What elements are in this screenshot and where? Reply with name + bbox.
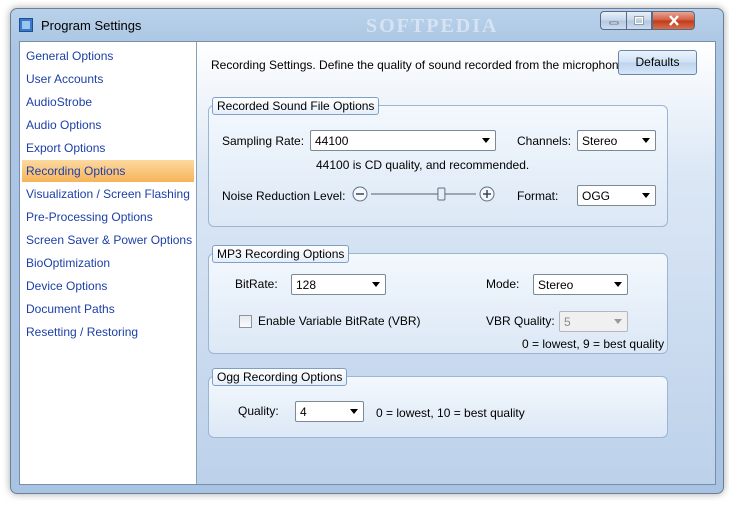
- sidebar-item-recording-options[interactable]: Recording Options: [22, 160, 194, 182]
- client-area: General Options User Accounts AudioStrob…: [19, 41, 716, 485]
- maximize-icon: [634, 15, 644, 25]
- sidebar-item-general-options[interactable]: General Options: [22, 45, 194, 67]
- chevron-down-icon: [482, 138, 490, 143]
- sampling-rate-select[interactable]: 44100: [310, 130, 496, 151]
- mode-value: Stereo: [538, 278, 574, 292]
- sidebar: General Options User Accounts AudioStrob…: [20, 42, 197, 484]
- format-select[interactable]: OGG: [577, 185, 656, 206]
- ogg-quality-label: Quality:: [238, 404, 279, 418]
- vbr-checkbox[interactable]: [239, 315, 252, 328]
- chevron-down-icon: [614, 319, 622, 324]
- channels-label: Channels:: [517, 134, 572, 148]
- minimize-icon: [609, 21, 618, 24]
- sidebar-item-resetting-restoring[interactable]: Resetting / Restoring: [22, 321, 194, 343]
- ogg-quality-select[interactable]: 4: [295, 401, 364, 422]
- sidebar-item-audiostrobe[interactable]: AudioStrobe: [22, 91, 194, 113]
- chevron-down-icon: [642, 193, 650, 198]
- window-controls: [600, 11, 695, 31]
- channels-select[interactable]: Stereo: [577, 130, 656, 151]
- settings-window: Program Settings SOFTPEDIA General Optio…: [10, 8, 724, 494]
- recorded-options-title: Recorded Sound File Options: [212, 97, 380, 115]
- mode-select[interactable]: Stereo: [533, 274, 628, 295]
- page-description: Recording Settings. Define the quality o…: [211, 58, 629, 72]
- sampling-rate-label: Sampling Rate:: [222, 134, 305, 148]
- slider-thumb[interactable]: [437, 187, 446, 201]
- sampling-rate-note: 44100 is CD quality, and recommended.: [316, 158, 530, 172]
- main-panel: Recording Settings. Define the quality o…: [197, 42, 715, 484]
- title-bar[interactable]: Program Settings SOFTPEDIA: [11, 9, 723, 41]
- watermark: SOFTPEDIA: [366, 15, 499, 37]
- mp3-options-group: MP3 Recording Options BitRate: 128 Mode:…: [208, 245, 668, 354]
- maximize-button[interactable]: [626, 11, 652, 30]
- mode-label: Mode:: [486, 277, 520, 291]
- app-icon: [19, 18, 33, 32]
- sidebar-item-export-options[interactable]: Export Options: [22, 137, 194, 159]
- sidebar-item-screen-saver[interactable]: Screen Saver & Power Options: [22, 229, 194, 251]
- format-value: OGG: [582, 189, 611, 203]
- mp3-options-title: MP3 Recording Options: [212, 245, 350, 263]
- chevron-down-icon: [614, 282, 622, 287]
- sidebar-item-audio-options[interactable]: Audio Options: [22, 114, 194, 136]
- defaults-button[interactable]: Defaults: [618, 50, 697, 75]
- minimize-button[interactable]: [600, 11, 626, 30]
- noise-reduction-label: Noise Reduction Level:: [222, 189, 346, 203]
- chevron-down-icon: [642, 138, 650, 143]
- chevron-down-icon: [372, 282, 380, 287]
- sidebar-item-user-accounts[interactable]: User Accounts: [22, 68, 194, 90]
- vbr-label: Enable Variable BitRate (VBR): [258, 314, 421, 328]
- sidebar-item-pre-processing[interactable]: Pre-Processing Options: [22, 206, 194, 228]
- bitrate-label: BitRate:: [235, 277, 278, 291]
- bitrate-value: 128: [296, 278, 317, 292]
- format-label: Format:: [517, 189, 559, 203]
- close-icon: [668, 15, 679, 26]
- zoom-out-icon[interactable]: [352, 186, 368, 202]
- ogg-options-group: Ogg Recording Options Quality: 4 0 = low…: [208, 368, 668, 438]
- sidebar-item-visualization[interactable]: Visualization / Screen Flashing: [22, 183, 194, 205]
- zoom-in-icon[interactable]: [479, 186, 495, 202]
- sampling-rate-value: 44100: [315, 134, 349, 148]
- close-button[interactable]: [652, 11, 695, 30]
- bitrate-select[interactable]: 128: [291, 274, 386, 295]
- noise-reduction-slider[interactable]: [351, 184, 496, 204]
- vbr-quality-select[interactable]: 5: [559, 311, 628, 332]
- vbr-quality-value: 5: [564, 315, 571, 329]
- channels-value: Stereo: [582, 134, 618, 148]
- vbr-quality-label: VBR Quality:: [486, 314, 555, 328]
- ogg-quality-value: 4: [300, 405, 307, 419]
- sidebar-item-device-options[interactable]: Device Options: [22, 275, 194, 297]
- ogg-quality-note: 0 = lowest, 10 = best quality: [376, 406, 525, 420]
- recorded-options-group: Recorded Sound File Options Sampling Rat…: [208, 97, 668, 227]
- ogg-options-title: Ogg Recording Options: [212, 368, 348, 386]
- vbr-quality-note: 0 = lowest, 9 = best quality: [522, 337, 665, 351]
- chevron-down-icon: [350, 409, 358, 414]
- sidebar-item-document-paths[interactable]: Document Paths: [22, 298, 194, 320]
- sidebar-item-biooptimization[interactable]: BioOptimization: [22, 252, 194, 274]
- window-title: Program Settings: [41, 18, 142, 33]
